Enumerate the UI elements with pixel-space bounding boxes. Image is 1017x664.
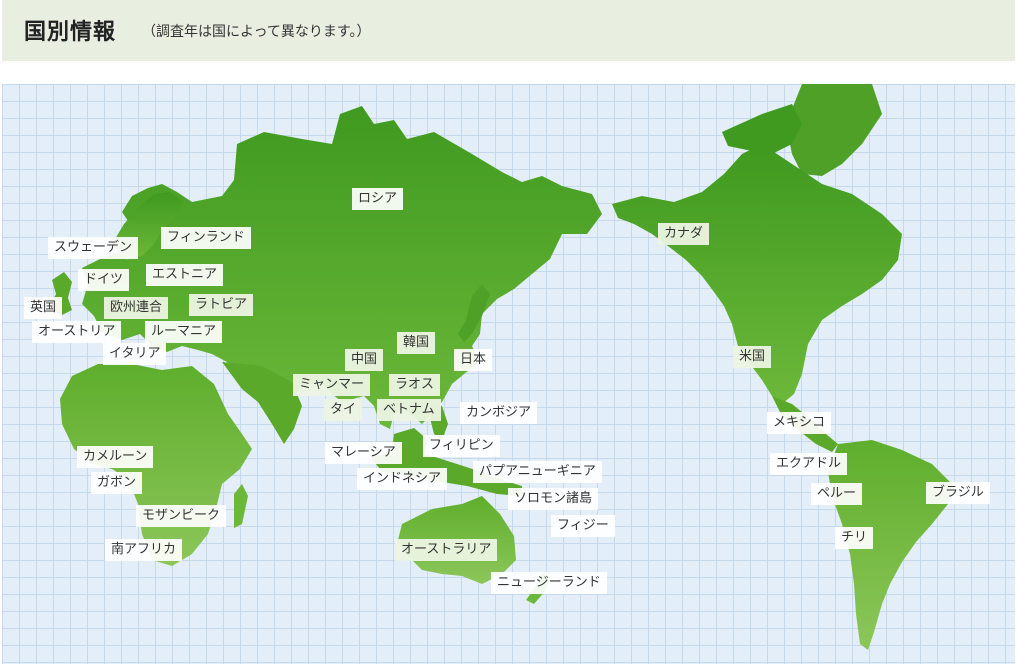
country-label-fiji[interactable]: フィジー (551, 515, 615, 537)
country-label-russia[interactable]: ロシア (352, 188, 404, 210)
arctic-islands-landmass (722, 104, 802, 154)
greenland-landmass (786, 84, 882, 176)
country-label-uk[interactable]: 英国 (24, 297, 63, 319)
country-label-mozambique[interactable]: モザンビーク (136, 505, 227, 527)
country-label-laos[interactable]: ラオス (389, 374, 441, 396)
country-label-mexico[interactable]: メキシコ (767, 412, 832, 434)
country-label-latvia[interactable]: ラトビア (189, 294, 254, 316)
page-title: 国別情報 (24, 20, 117, 45)
country-label-eu[interactable]: 欧州連合 (104, 297, 169, 319)
country-label-romania[interactable]: ルーマニア (145, 321, 223, 343)
country-label-newzealand[interactable]: ニュージーランド (491, 572, 607, 594)
country-label-cameroon[interactable]: カメルーン (77, 446, 154, 468)
country-label-png[interactable]: パプアニューギニア (473, 461, 602, 483)
country-label-canada[interactable]: カナダ (658, 223, 710, 245)
country-label-estonia[interactable]: エストニア (146, 264, 224, 286)
country-label-china[interactable]: 中国 (345, 349, 384, 371)
country-label-usa[interactable]: 米国 (733, 346, 772, 368)
country-label-gabon[interactable]: ガボン (91, 472, 143, 494)
country-label-vietnam[interactable]: ベトナム (377, 399, 441, 421)
country-label-peru[interactable]: ペルー (811, 483, 863, 505)
country-label-sweden[interactable]: スウェーデン (48, 237, 139, 259)
country-label-germany[interactable]: ドイツ (78, 269, 130, 291)
country-label-japan[interactable]: 日本 (454, 349, 493, 371)
country-label-ecuador[interactable]: エクアドル (770, 453, 848, 475)
page-header: 国別情報 （調査年は国によって異なります。） (2, 0, 1015, 61)
country-label-indonesia[interactable]: インドネシア (357, 468, 448, 490)
country-label-philippines[interactable]: フィリピン (423, 435, 500, 457)
country-label-myanmar[interactable]: ミャンマー (293, 374, 371, 396)
world-map: ロシア フィンランド スウェーデン エストニア ドイツ 英国 欧州連合 ラトビア… (2, 84, 1015, 664)
country-label-austria[interactable]: オーストリア (32, 321, 122, 343)
country-label-malaysia[interactable]: マレーシア (325, 442, 402, 464)
country-label-solomon[interactable]: ソロモン諸島 (508, 488, 599, 510)
country-label-thailand[interactable]: タイ (324, 399, 363, 421)
page-subtitle: （調査年は国によって異なります。） (142, 24, 371, 40)
country-label-chile[interactable]: チリ (835, 527, 874, 549)
madagascar-landmass (234, 484, 248, 528)
country-label-finland[interactable]: フィンランド (161, 227, 251, 249)
country-label-italy[interactable]: イタリア (103, 343, 167, 365)
country-label-korea[interactable]: 韓国 (397, 332, 436, 354)
country-label-australia[interactable]: オーストラリア (395, 539, 498, 561)
country-label-brazil[interactable]: ブラジル (926, 482, 990, 504)
country-label-southafrica[interactable]: 南アフリカ (105, 539, 183, 561)
country-label-cambodia[interactable]: カンボジア (460, 402, 538, 424)
